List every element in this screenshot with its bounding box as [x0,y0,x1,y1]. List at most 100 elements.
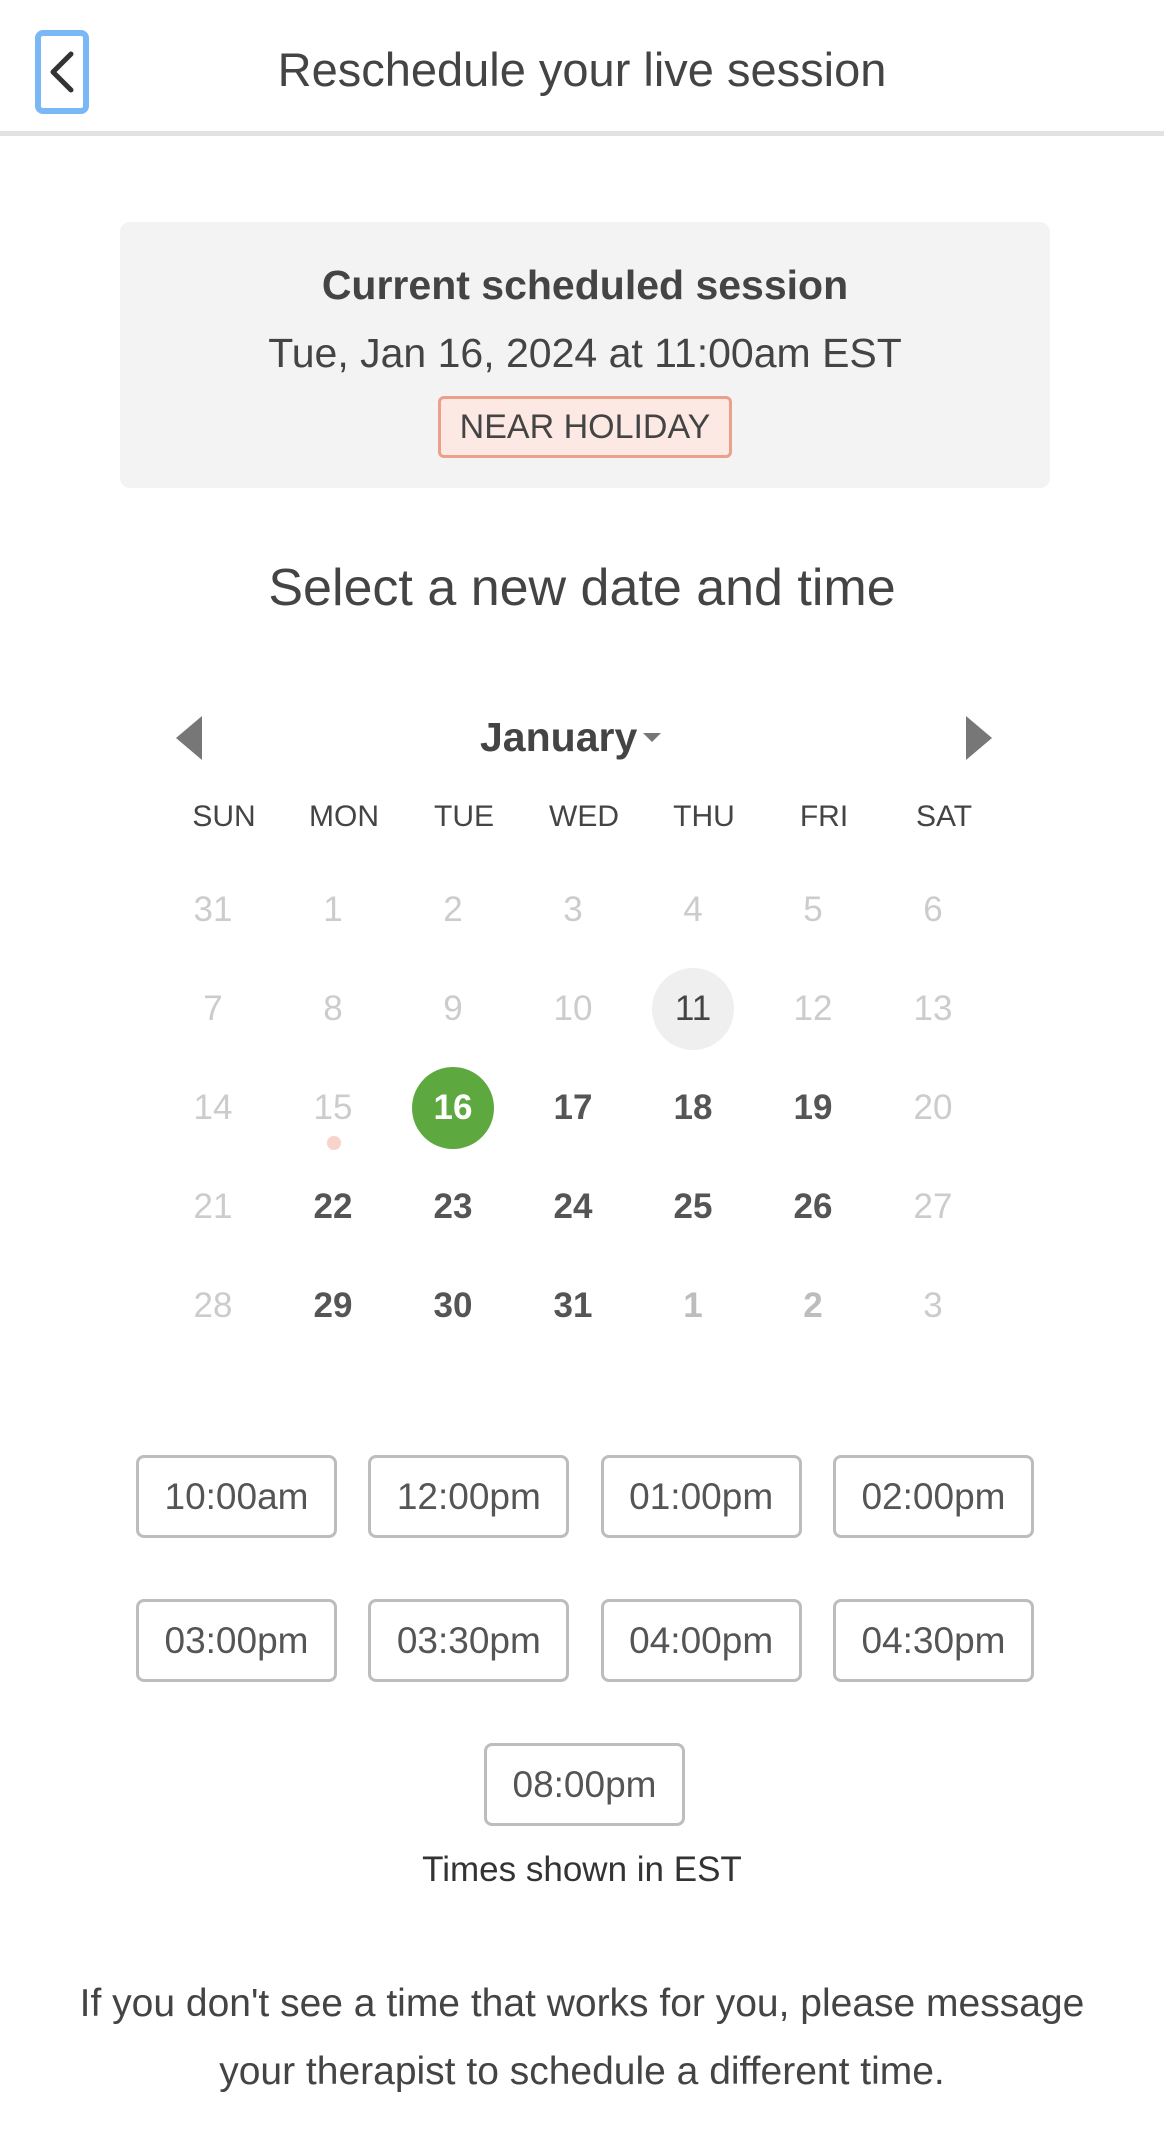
calendar-week-row: 21 22 23 24 25 26 27 [153,1157,993,1256]
time-slot-button[interactable]: 04:30pm [832,1599,1034,1682]
time-slot-button[interactable]: 10:00am [136,1455,337,1538]
calendar-day: 31 [153,860,273,959]
calendar-day: 2 [753,1256,873,1355]
calendar-day: 1 [273,860,393,959]
calendar-day-number: 7 [203,988,223,1028]
calendar-day-number: 22 [313,1186,353,1226]
calendar-day[interactable]: 23 [393,1157,513,1256]
calendar-day-number: 29 [313,1285,353,1325]
calendar-day: 10 [513,959,633,1058]
weekday-label: TUE [434,800,494,833]
calendar-day-number: 1 [323,889,343,929]
calendar-day: 6 [873,860,993,959]
calendar-day: 4 [633,860,753,959]
calendar-day[interactable]: 24 [513,1157,633,1256]
next-month-arrow-icon[interactable] [966,716,992,760]
current-session-datetime: Tue, Jan 16, 2024 at 11:00am EST [268,330,902,376]
holiday-dot-icon [327,1136,341,1150]
near-holiday-badge: NEAR HOLIDAY [438,396,732,458]
time-slot-button[interactable]: 08:00pm [484,1743,685,1826]
calendar-day-number: 8 [323,988,343,1028]
calendar-day[interactable]: 26 [753,1157,873,1256]
calendar-day-number: 3 [563,889,583,929]
calendar-day-number: 10 [553,988,593,1028]
time-slot-button[interactable]: 01:00pm [600,1455,802,1538]
calendar-day-number: 20 [913,1087,953,1127]
calendar-day[interactable]: 29 [273,1256,393,1355]
time-slot-button[interactable]: 04:00pm [600,1599,802,1682]
calendar-week-row: 7 8 9 10 11 12 13 [153,959,993,1058]
calendar-day-number: 18 [673,1087,713,1127]
calendar-day[interactable]: 19 [753,1058,873,1157]
calendar-days-grid: 31 1 2 3 4 5 6 7 8 9 10 11 12 13 14 15 16 17 18 19 20 21 22 23 2… [153,860,993,1355]
calendar-day-number: 2 [803,1285,823,1325]
calendar-day-number: 5 [803,889,823,929]
time-slot-row: 10:00am 12:00pm 01:00pm 02:00pm [136,1455,1034,1538]
calendar-day-today: 11 [633,959,753,1058]
weekday-label: FRI [799,800,849,833]
calendar-day-number: 27 [913,1186,953,1226]
time-slot-row: 03:00pm 03:30pm 04:00pm 04:30pm [136,1599,1034,1682]
calendar-day: 28 [153,1256,273,1355]
month-dropdown[interactable]: January [480,712,690,762]
calendar-day: 27 [873,1157,993,1256]
weekday-header: SUN MON TUE WED THU FRI SAT [164,800,1004,840]
calendar-day: 2 [393,860,513,959]
calendar-day: 5 [753,860,873,959]
calendar-day-number: 2 [443,889,463,929]
current-session-card: Current scheduled session Tue, Jan 16, 2… [120,222,1050,488]
previous-month-arrow-icon[interactable] [176,716,202,760]
weekday-label: THU [673,800,735,833]
calendar-day: 20 [873,1058,993,1157]
calendar-day: 7 [153,959,273,1058]
calendar-day-number: 23 [433,1186,473,1226]
weekday-label: SAT [915,800,973,833]
time-slot-button[interactable]: 03:30pm [368,1599,570,1682]
calendar-day-number: 4 [683,889,703,929]
calendar-day-number: 25 [673,1186,713,1226]
calendar-day-number: 30 [433,1285,473,1325]
calendar-day: 13 [873,959,993,1058]
calendar-day-selected[interactable]: 16 [393,1058,513,1157]
calendar-day[interactable]: 25 [633,1157,753,1256]
calendar-day: 1 [633,1256,753,1355]
calendar-day-number: 16 [433,1087,473,1127]
calendar-day-number: 14 [193,1087,233,1127]
calendar-day: 14 [153,1058,273,1157]
calendar-day-number: 24 [553,1186,593,1226]
weekday-label: MON [309,800,379,833]
timezone-note: Times shown in EST [422,1850,742,1889]
select-date-heading: Select a new date and time [268,559,896,617]
month-label: January [480,713,638,760]
calendar-day[interactable]: 22 [273,1157,393,1256]
calendar-day: 15 [273,1058,393,1157]
time-slot-button[interactable]: 03:00pm [136,1599,337,1682]
calendar-day[interactable]: 18 [633,1058,753,1157]
calendar-day[interactable]: 17 [513,1058,633,1157]
time-slot-button[interactable]: 02:00pm [832,1455,1034,1538]
calendar-week-row: 31 1 2 3 4 5 6 [153,860,993,959]
calendar-day-number: 17 [553,1087,593,1127]
calendar-day: 12 [753,959,873,1058]
weekday-label: SUN [192,800,256,833]
calendar-day-number: 1 [683,1285,703,1325]
time-slots: 10:00am 12:00pm 01:00pm 02:00pm 03:00pm … [136,1455,1036,1743]
calendar-day-number: 11 [674,988,712,1028]
calendar-day[interactable]: 31 [513,1256,633,1355]
current-session-label: Current scheduled session [321,262,849,308]
calendar-day-number: 19 [793,1087,833,1127]
calendar-day[interactable]: 30 [393,1256,513,1355]
calendar-day: 3 [873,1256,993,1355]
header: Reschedule your live session [0,0,1164,136]
calendar-day-number: 31 [553,1285,593,1325]
caret-down-icon [643,732,662,742]
calendar-day-number: 31 [193,889,233,929]
page-title: Reschedule your live session [277,43,887,96]
calendar-day-number: 26 [793,1186,833,1226]
calendar-day-number: 9 [443,988,463,1028]
calendar-day-number: 21 [193,1186,233,1226]
calendar-day: 9 [393,959,513,1058]
calendar-day-number: 3 [923,1285,943,1325]
calendar-day-number: 28 [193,1285,233,1325]
time-slot-button[interactable]: 12:00pm [368,1455,570,1538]
